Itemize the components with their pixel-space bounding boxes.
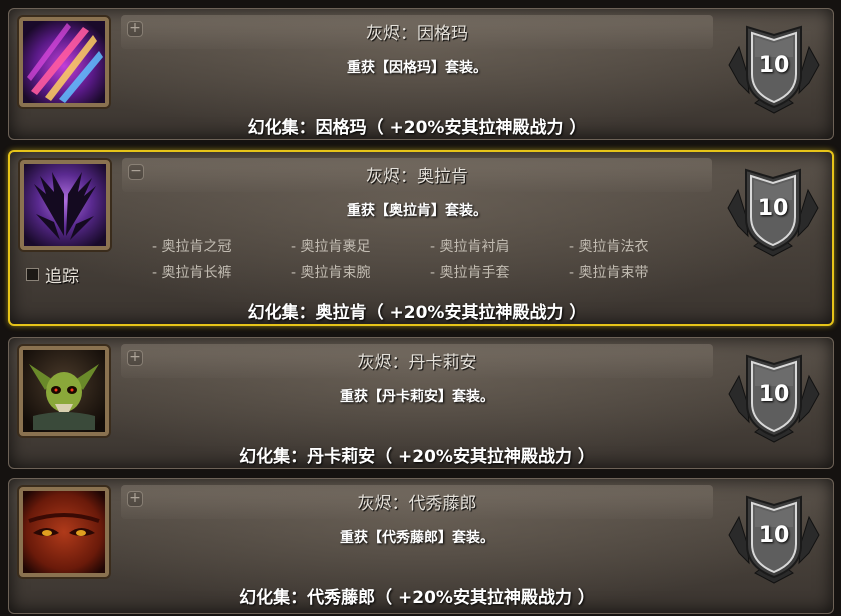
set-subtitle: 重获【奥拉肯】套装。 xyxy=(347,203,487,219)
set-subtitle: 重获【代秀藤郎】套装。 xyxy=(340,530,494,546)
green-skull-helm-icon xyxy=(19,346,109,436)
level-shield-icon: 10 xyxy=(725,346,823,444)
set-title: 灰烬：丹卡莉安 xyxy=(357,353,477,373)
set-item[interactable]: - 奥拉肯法衣 xyxy=(569,236,708,256)
set-title: 灰烬：代秀藤郎 xyxy=(357,494,477,514)
badge-number: 10 xyxy=(758,523,790,548)
set-item[interactable]: - 奥拉肯之冠 xyxy=(152,236,291,256)
set-items-list: - 奥拉肯之冠 - 奥拉肯裹足 - 奥拉肯衬肩 - 奥拉肯法衣 - 奥拉肯长裤 … xyxy=(152,236,712,282)
level-shield-icon: 10 xyxy=(724,160,822,258)
set-item[interactable]: - 奥拉肯手套 xyxy=(430,262,569,282)
dark-purple-wings-icon xyxy=(20,160,110,250)
set-title: 灰烬：因格玛 xyxy=(366,24,468,44)
track-label: 追踪 xyxy=(45,267,79,287)
set-footer: 幻化集：丹卡莉安（ +20%安其拉神殿战力 ） xyxy=(239,447,595,467)
badge-number: 10 xyxy=(758,382,790,407)
red-demon-face-icon xyxy=(19,487,109,577)
set-row-ingma[interactable]: + 灰烬：因格玛 重获【因格玛】套装。 幻化集：因格玛（ +20%安其拉神殿战力… xyxy=(8,8,834,140)
set-item[interactable]: - 奥拉肯束腕 xyxy=(291,262,430,282)
set-subtitle: 重获【丹卡莉安】套装。 xyxy=(340,389,494,405)
set-row-daishuteng[interactable]: + 灰烬：代秀藤郎 重获【代秀藤郎】套装。 幻化集：代秀藤郎（ +20%安其拉神… xyxy=(8,478,834,614)
badge-number: 10 xyxy=(758,53,790,78)
set-item[interactable]: - 奥拉肯衬肩 xyxy=(430,236,569,256)
level-shield-icon: 10 xyxy=(725,17,823,115)
set-item[interactable]: - 奥拉肯长裤 xyxy=(152,262,291,282)
set-item[interactable]: - 奥拉肯裹足 xyxy=(291,236,430,256)
set-title: 灰烬：奥拉肯 xyxy=(366,167,468,187)
track-checkbox[interactable] xyxy=(26,268,39,281)
set-footer: 幻化集：奥拉肯（ +20%安其拉神殿战力 ） xyxy=(247,303,587,323)
set-footer: 幻化集：因格玛（ +20%安其拉神殿战力 ） xyxy=(247,118,587,138)
set-row-dankarian[interactable]: + 灰烬：丹卡莉安 重获【丹卡莉安】套装。 幻化集：丹卡莉安（ +20%安其拉神… xyxy=(8,337,834,469)
purple-claw-slash-icon xyxy=(19,17,109,107)
track-toggle[interactable]: 追踪 xyxy=(26,262,79,287)
set-item[interactable]: - 奥拉肯束带 xyxy=(569,262,708,282)
set-row-oraken[interactable]: − 灰烬：奥拉肯 重获【奥拉肯】套装。 - 奥拉肯之冠 - 奥拉肯裹足 - 奥拉… xyxy=(8,150,834,326)
set-subtitle: 重获【因格玛】套装。 xyxy=(347,60,487,76)
badge-number: 10 xyxy=(757,196,789,221)
set-footer: 幻化集：代秀藤郎（ +20%安其拉神殿战力 ） xyxy=(239,588,595,608)
level-shield-icon: 10 xyxy=(725,487,823,585)
